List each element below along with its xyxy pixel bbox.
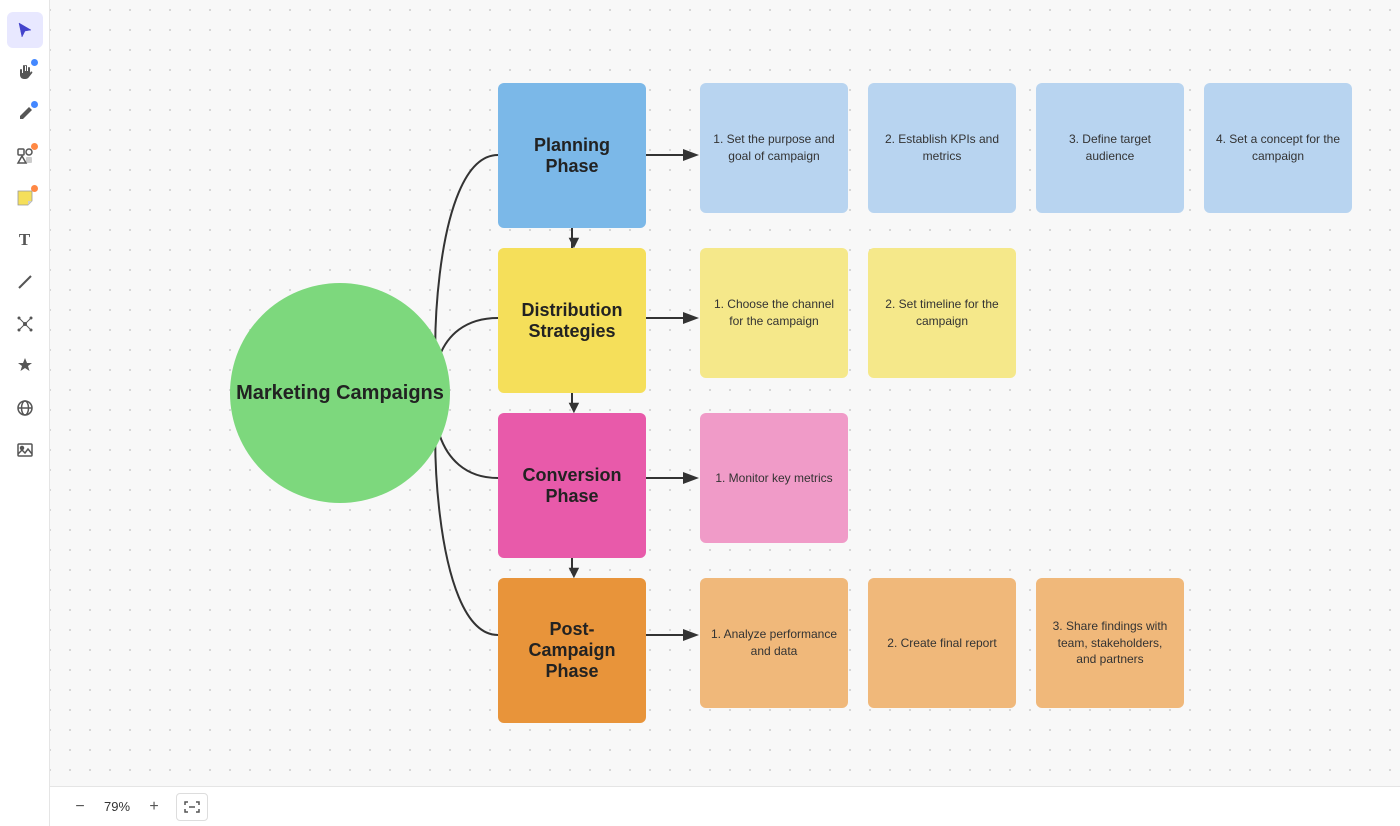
network-tool[interactable] (7, 306, 43, 342)
planning-label: Planning Phase (508, 135, 636, 177)
image-tool[interactable] (7, 432, 43, 468)
zoom-level: 79% (102, 799, 132, 814)
pen-tool[interactable] (7, 96, 43, 132)
distribution-note-1[interactable]: 1. Choose the channel for the campaign (700, 248, 848, 378)
planning-note-4[interactable]: 4. Set a concept for the campaign (1204, 83, 1352, 213)
post-note-1[interactable]: 1. Analyze performance and data (700, 578, 848, 708)
zoom-out-button[interactable]: − (66, 793, 94, 821)
distribution-phase-box[interactable]: Distribution Strategies (498, 248, 646, 393)
conversion-label: Conversion Phase (508, 465, 636, 507)
post-note-3[interactable]: 3. Share findings with team, stakeholder… (1036, 578, 1184, 708)
sticky-dot (31, 185, 38, 192)
sticky-tool[interactable] (7, 180, 43, 216)
pen-dot (31, 59, 38, 66)
hand-tool[interactable] (7, 54, 43, 90)
planning-phase-box[interactable]: Planning Phase (498, 83, 646, 228)
central-label: Marketing Campaigns (236, 382, 444, 405)
canvas[interactable]: Marketing Campaigns Planning Phase ▼ Dis… (50, 0, 1400, 786)
post-label: Post-Campaign Phase (508, 619, 636, 682)
conversion-note-1[interactable]: 1. Monitor key metrics (700, 413, 848, 543)
pen-dot (31, 101, 38, 108)
text-tool[interactable]: T (7, 222, 43, 258)
globe-tool[interactable] (7, 390, 43, 426)
toolbar: T (0, 0, 50, 826)
distribution-note-2[interactable]: 2. Set timeline for the campaign (868, 248, 1016, 378)
line-tool[interactable] (7, 264, 43, 300)
planning-note-1[interactable]: 1. Set the purpose and goal of campaign (700, 83, 848, 213)
conversion-phase-box[interactable]: Conversion Phase (498, 413, 646, 558)
plugins-tool[interactable] (7, 348, 43, 384)
shapes-dot (31, 143, 38, 150)
post-phase-box[interactable]: Post-Campaign Phase (498, 578, 646, 723)
post-note-2[interactable]: 2. Create final report (868, 578, 1016, 708)
fit-view-button[interactable] (176, 793, 208, 821)
distribution-label: Distribution Strategies (508, 300, 636, 342)
shapes-tool[interactable] (7, 138, 43, 174)
planning-note-3[interactable]: 3. Define target audience (1036, 83, 1184, 213)
zoom-in-button[interactable]: + (140, 793, 168, 821)
bottom-bar: − 79% + (50, 786, 1400, 826)
central-node[interactable]: Marketing Campaigns (230, 283, 450, 503)
select-tool[interactable] (7, 12, 43, 48)
planning-note-2[interactable]: 2. Establish KPIs and metrics (868, 83, 1016, 213)
